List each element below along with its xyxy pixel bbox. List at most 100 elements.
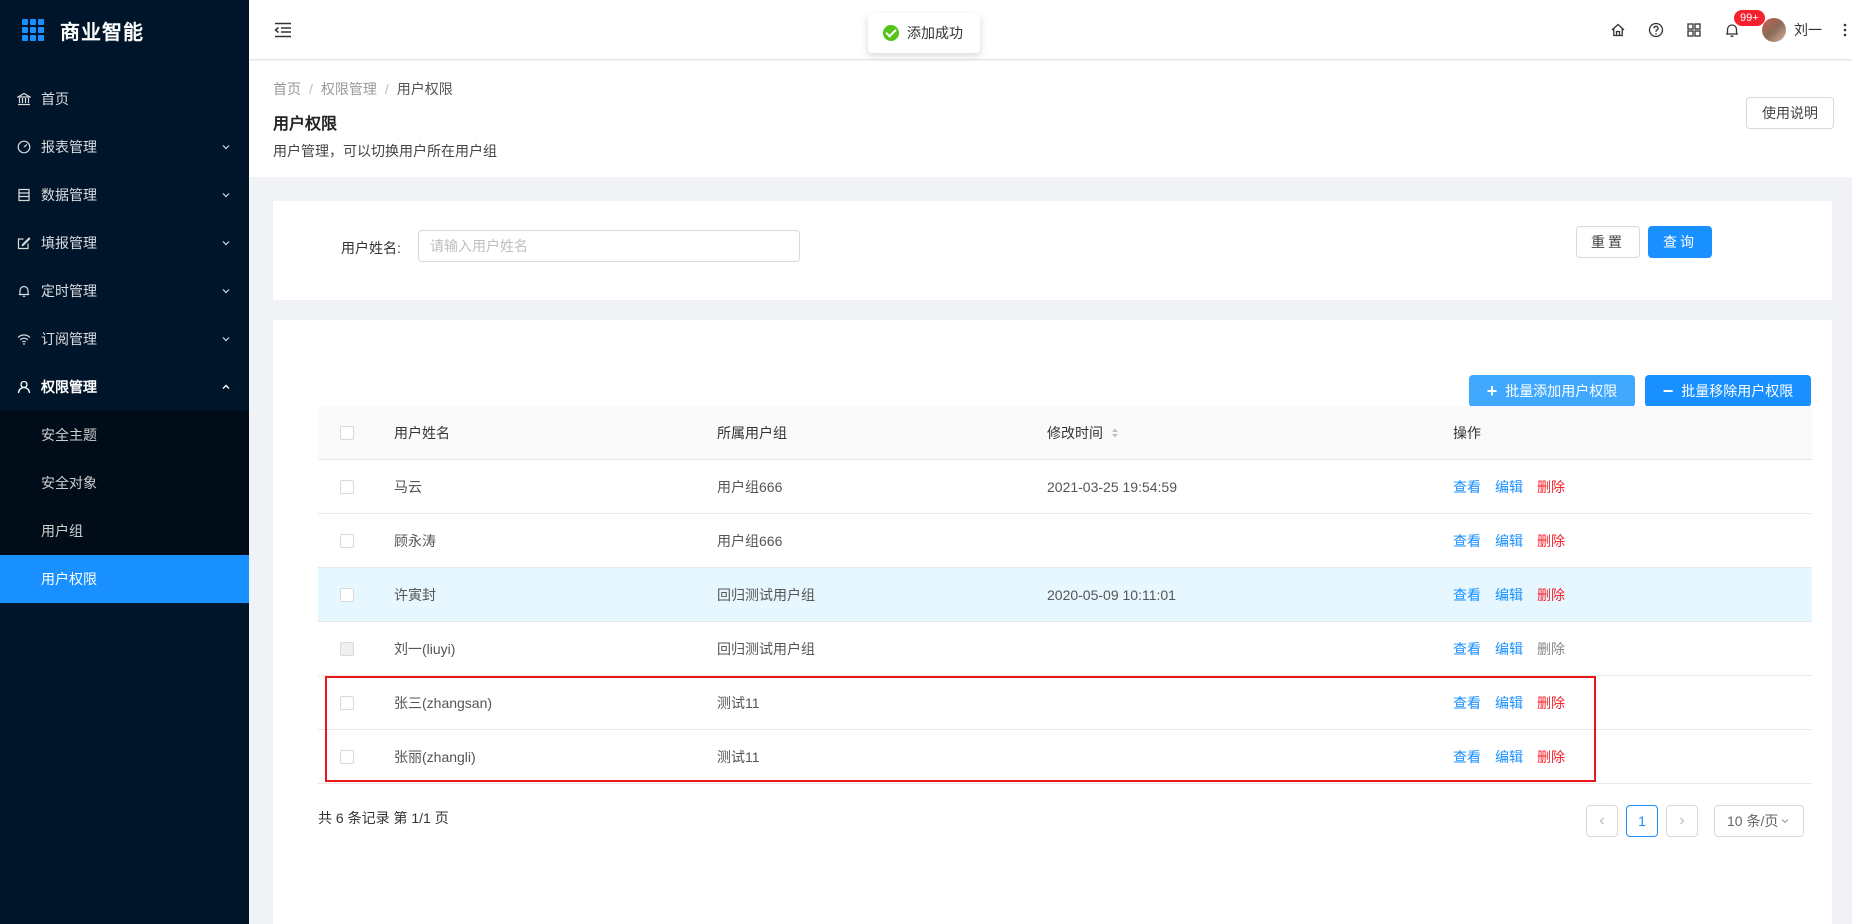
- help-icon[interactable]: [1648, 22, 1664, 38]
- reset-button[interactable]: 重置: [1576, 226, 1640, 258]
- sidebar-subitem-security-topic[interactable]: 安全主题: [0, 411, 249, 459]
- next-page-button[interactable]: [1666, 805, 1698, 837]
- breadcrumb-separator: /: [309, 81, 313, 97]
- row-name: 马云: [394, 478, 422, 495]
- batch-add-button[interactable]: + 批量添加用户权限: [1469, 375, 1635, 407]
- more-vertical-icon[interactable]: [1842, 22, 1848, 38]
- edit-link[interactable]: 编辑: [1495, 531, 1523, 551]
- edit-link[interactable]: 编辑: [1495, 477, 1523, 497]
- delete-link[interactable]: 删除: [1537, 747, 1565, 767]
- row-checkbox[interactable]: [340, 533, 354, 548]
- sidebar-item-forms[interactable]: 填报管理: [0, 219, 249, 267]
- delete-link-disabled: 删除: [1537, 640, 1565, 657]
- delete-link[interactable]: 删除: [1537, 585, 1565, 605]
- sidebar-item-data[interactable]: 数据管理: [0, 171, 249, 219]
- row-checkbox[interactable]: [340, 479, 354, 494]
- column-header-time[interactable]: 修改时间: [1047, 423, 1453, 443]
- sidebar-item-label: 填报管理: [41, 235, 97, 251]
- edit-link[interactable]: 编辑: [1495, 639, 1523, 659]
- delete-link[interactable]: 删除: [1537, 477, 1565, 497]
- sidebar-subitem-security-object[interactable]: 安全对象: [0, 459, 249, 507]
- edit-link[interactable]: 编辑: [1495, 747, 1523, 767]
- column-header-time-label: 修改时间: [1047, 424, 1103, 441]
- breadcrumb: 首页 / 权限管理 / 用户权限: [273, 79, 453, 99]
- sidebar-subitem-user-permission[interactable]: 用户权限: [0, 555, 249, 603]
- sidebar-item-label: 数据管理: [41, 187, 97, 203]
- chevron-down-icon: [1781, 819, 1789, 824]
- view-link[interactable]: 查看: [1453, 639, 1481, 659]
- sidebar-item-label: 权限管理: [41, 379, 97, 395]
- home-icon[interactable]: [1610, 22, 1626, 38]
- edit-link[interactable]: 编辑: [1495, 693, 1523, 713]
- pagination: 1 10 条/页: [1586, 805, 1804, 837]
- row-ops: 查看 编辑 删除: [1453, 693, 1579, 713]
- page-number-button[interactable]: 1: [1626, 805, 1658, 837]
- pagination-summary: 共 6 条记录 第 1/1 页: [318, 810, 449, 826]
- view-link[interactable]: 查看: [1453, 747, 1481, 767]
- query-button[interactable]: 查询: [1648, 226, 1712, 258]
- bell-icon: [18, 285, 30, 297]
- table-card: + 批量添加用户权限 − 批量移除用户权限 用户姓名 所属用户组 修改时间 操作 马…: [273, 320, 1832, 924]
- sidebar-subitem-user-group[interactable]: 用户组: [0, 507, 249, 555]
- prev-page-button[interactable]: [1586, 805, 1618, 837]
- row-name: 顾永涛: [394, 532, 436, 549]
- view-link[interactable]: 查看: [1453, 693, 1481, 713]
- chevron-right-icon: [1680, 817, 1685, 825]
- row-checkbox: [340, 641, 354, 656]
- plus-icon: +: [1486, 381, 1498, 401]
- batch-add-label: 批量添加用户权限: [1505, 383, 1618, 399]
- row-checkbox[interactable]: [340, 695, 354, 710]
- apps-icon[interactable]: [1686, 22, 1702, 38]
- notification-button[interactable]: 99+: [1724, 10, 1765, 38]
- row-ops: 查看 编辑 删除: [1453, 747, 1579, 767]
- table-row: 顾永涛 用户组666 查看 编辑 删除: [318, 514, 1812, 568]
- form-icon: [17, 237, 31, 250]
- row-group: 回归测试用户组: [717, 640, 815, 657]
- row-checkbox[interactable]: [340, 749, 354, 764]
- page-size-select[interactable]: 10 条/页: [1714, 805, 1804, 837]
- avatar[interactable]: [1762, 18, 1786, 42]
- view-link[interactable]: 查看: [1453, 477, 1481, 497]
- view-link[interactable]: 查看: [1453, 531, 1481, 551]
- row-ops: 查看 编辑 删除: [1453, 639, 1579, 659]
- view-link[interactable]: 查看: [1453, 585, 1481, 605]
- grid-logo-icon: [22, 19, 44, 41]
- row-name: 许寅封: [394, 586, 436, 603]
- batch-remove-button[interactable]: − 批量移除用户权限: [1645, 375, 1811, 407]
- breadcrumb-item-permissions[interactable]: 权限管理: [321, 81, 377, 97]
- chevron-down-icon: [222, 145, 230, 150]
- sidebar-item-reports[interactable]: 报表管理: [0, 123, 249, 171]
- permissions-submenu: 安全主题 安全对象 用户组 用户权限: [0, 411, 249, 603]
- breadcrumb-separator: /: [384, 81, 389, 97]
- row-group: 测试11: [717, 694, 760, 711]
- edit-link[interactable]: 编辑: [1495, 585, 1523, 605]
- chevron-down-icon: [222, 193, 230, 198]
- page-title: 用户权限: [273, 116, 338, 133]
- user-permission-table: 用户姓名 所属用户组 修改时间 操作 马云 用户组666 2021-03-25 …: [318, 406, 1812, 784]
- row-checkbox[interactable]: [340, 587, 354, 602]
- page-header: 首页 / 权限管理 / 用户权限 用户权限 用户管理，可以切换用户所在用户组 使用说明: [249, 61, 1852, 177]
- breadcrumb-item-home[interactable]: 首页: [273, 81, 301, 97]
- chevron-up-icon: [222, 384, 230, 389]
- help-button[interactable]: 使用说明: [1746, 97, 1834, 129]
- logo[interactable]: 商业智能: [0, 0, 249, 60]
- top-header: 添加成功 99+ 刘一: [249, 0, 1852, 60]
- delete-link[interactable]: 删除: [1537, 693, 1565, 713]
- sidebar-item-label: 报表管理: [41, 139, 97, 155]
- username-search-input[interactable]: [418, 230, 800, 262]
- sidebar-item-permissions[interactable]: 权限管理: [0, 363, 249, 411]
- toast-message: 添加成功: [907, 25, 963, 41]
- minus-icon: −: [1662, 381, 1674, 401]
- sidebar-item-home[interactable]: 首页: [0, 75, 249, 123]
- row-group: 测试11: [717, 748, 760, 765]
- delete-link[interactable]: 删除: [1537, 531, 1565, 551]
- menu-fold-icon[interactable]: [273, 20, 293, 40]
- username[interactable]: 刘一: [1794, 20, 1822, 40]
- column-header-name: 用户姓名: [394, 424, 450, 441]
- row-ops: 查看 编辑 删除: [1453, 531, 1579, 551]
- header-actions: 99+ 刘一: [1588, 0, 1852, 60]
- sidebar-item-subscribe[interactable]: 订阅管理: [0, 315, 249, 363]
- select-all-checkbox[interactable]: [340, 425, 354, 440]
- row-time: 2020-05-09 10:11:01: [1047, 586, 1176, 603]
- sidebar-item-schedule[interactable]: 定时管理: [0, 267, 249, 315]
